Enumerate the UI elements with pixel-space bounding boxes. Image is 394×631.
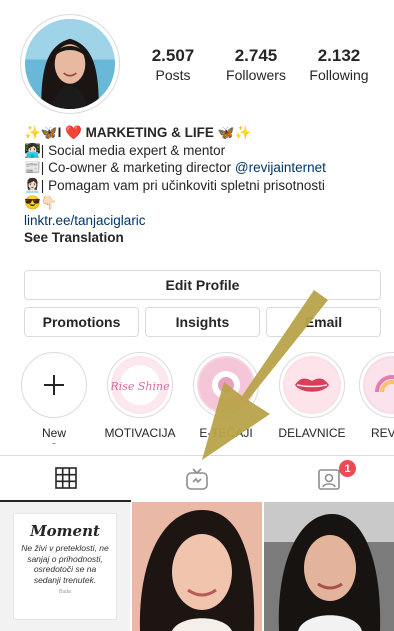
highlight-e-tecaji-ring [193,352,259,418]
highlight-revija[interactable]: REVIJA [352,352,394,440]
plus-icon [44,375,64,395]
motivacija-cover-text: Rise Shine [111,380,169,393]
highlight-motivacija[interactable]: Rise Shine MOTIVACIJA [100,352,180,440]
car-selfie-photo [264,502,394,631]
quote-text: Ne živi v preteklosti, ne sanjaj o priho… [21,543,109,585]
posts-count-number: 2.507 [151,46,195,65]
post-thumbnail[interactable]: Moment Ne živi v preteklosti, ne sanjaj … [0,502,130,631]
edit-profile-button[interactable]: Edit Profile [24,270,381,300]
highlight-delavnice[interactable]: DELAVNICE [272,352,352,440]
lips-icon [285,358,339,412]
following-count-label: Following [309,67,369,83]
e-tecaji-cover-image [199,358,253,412]
delavnice-cover [283,356,341,414]
quote-author: Buda [59,589,71,595]
highlight-new[interactable]: New [14,352,94,444]
highlight-new-ring [21,352,87,418]
quote-card: Moment Ne živi v preteklosti, ne sanjaj … [14,514,116,619]
story-highlights: New Rise Shine MOTIVACIJA E-TEČAJI DELAV… [0,352,394,444]
highlight-label: REVIJA [370,426,394,440]
highlight-label: MOTIVACIJA [104,426,176,440]
tab-grid[interactable] [0,456,131,502]
highlight-delavnice-ring [279,352,345,418]
email-button[interactable]: Email [266,307,381,337]
profile-header: 2.507 Posts 2.745 Followers 2.132 Follow… [0,0,394,120]
following-count[interactable]: 2.132 Following [294,46,384,84]
profile-tabs: 1 [0,455,394,502]
selfie-photo [132,502,262,631]
revija-cover [363,356,394,414]
avatar-photo [25,19,115,109]
insights-button[interactable]: Insights [145,307,260,337]
post-thumbnail[interactable] [264,502,394,631]
tagged-person-icon [317,469,340,490]
see-translation-button[interactable]: See Translation [24,229,384,247]
igtv-icon [185,468,208,490]
followers-count-number: 2.745 [234,46,278,65]
avatar-image [25,19,115,109]
quote-post: Moment Ne živi v preteklosti, ne sanjaj … [0,502,130,631]
bio-headline: ✨🦋I ❤️ MARKETING & LIFE 🦋✨ [24,125,252,140]
highlight-label: New [41,426,66,440]
followers-count-label: Followers [226,67,286,83]
new-indicator-dot [52,443,56,444]
e-tecaji-cover [197,356,255,414]
followers-count[interactable]: 2.745 Followers [211,46,301,84]
quote-title: Moment [30,522,100,540]
highlight-motivacija-ring: Rise Shine [107,352,173,418]
motivacija-cover-image: Rise Shine [111,358,169,412]
profile-avatar[interactable] [20,14,120,114]
highlight-label: E-TEČAJI [199,426,253,440]
rainbow-icon [365,358,394,412]
highlight-label: DELAVNICE [278,426,346,440]
grid-icon [54,467,77,489]
new-highlight-cover [25,356,83,414]
bio-line-1: 👩🏻‍💻| Social media expert & mentor [24,142,226,158]
bio-website-link[interactable]: linktr.ee/tanjaciglaric [24,212,384,230]
post-thumbnail[interactable] [132,502,262,631]
highlight-revija-ring [359,352,394,418]
bio-line-2: 📰| Co-owner & marketing director @revija… [24,159,384,177]
posts-grid: Moment Ne živi v preteklosti, ne sanjaj … [0,502,394,631]
promotions-button[interactable]: Promotions [24,307,139,337]
posts-count-label: Posts [155,67,191,83]
notification-badge: 1 [339,460,356,477]
bio-line-3: 👩🏻‍💼| Pomagam vam pri učinkoviti spletni… [24,177,325,193]
bio-line-2-text: 📰| Co-owner & marketing director [24,160,235,175]
tab-tagged[interactable]: 1 [263,456,394,502]
profile-bio: ✨🦋I ❤️ MARKETING & LIFE 🦋✨ 👩🏻‍💻| Social … [24,124,384,247]
tab-igtv[interactable] [131,456,262,502]
posts-count[interactable]: 2.507 Posts [128,46,218,84]
bio-mention-link[interactable]: @revijainternet [235,160,326,175]
highlight-e-tecaji[interactable]: E-TEČAJI [186,352,266,440]
following-count-number: 2.132 [317,46,361,65]
bio-line-4: 😎👇🏻 [24,195,58,210]
motivacija-cover: Rise Shine [111,356,169,414]
